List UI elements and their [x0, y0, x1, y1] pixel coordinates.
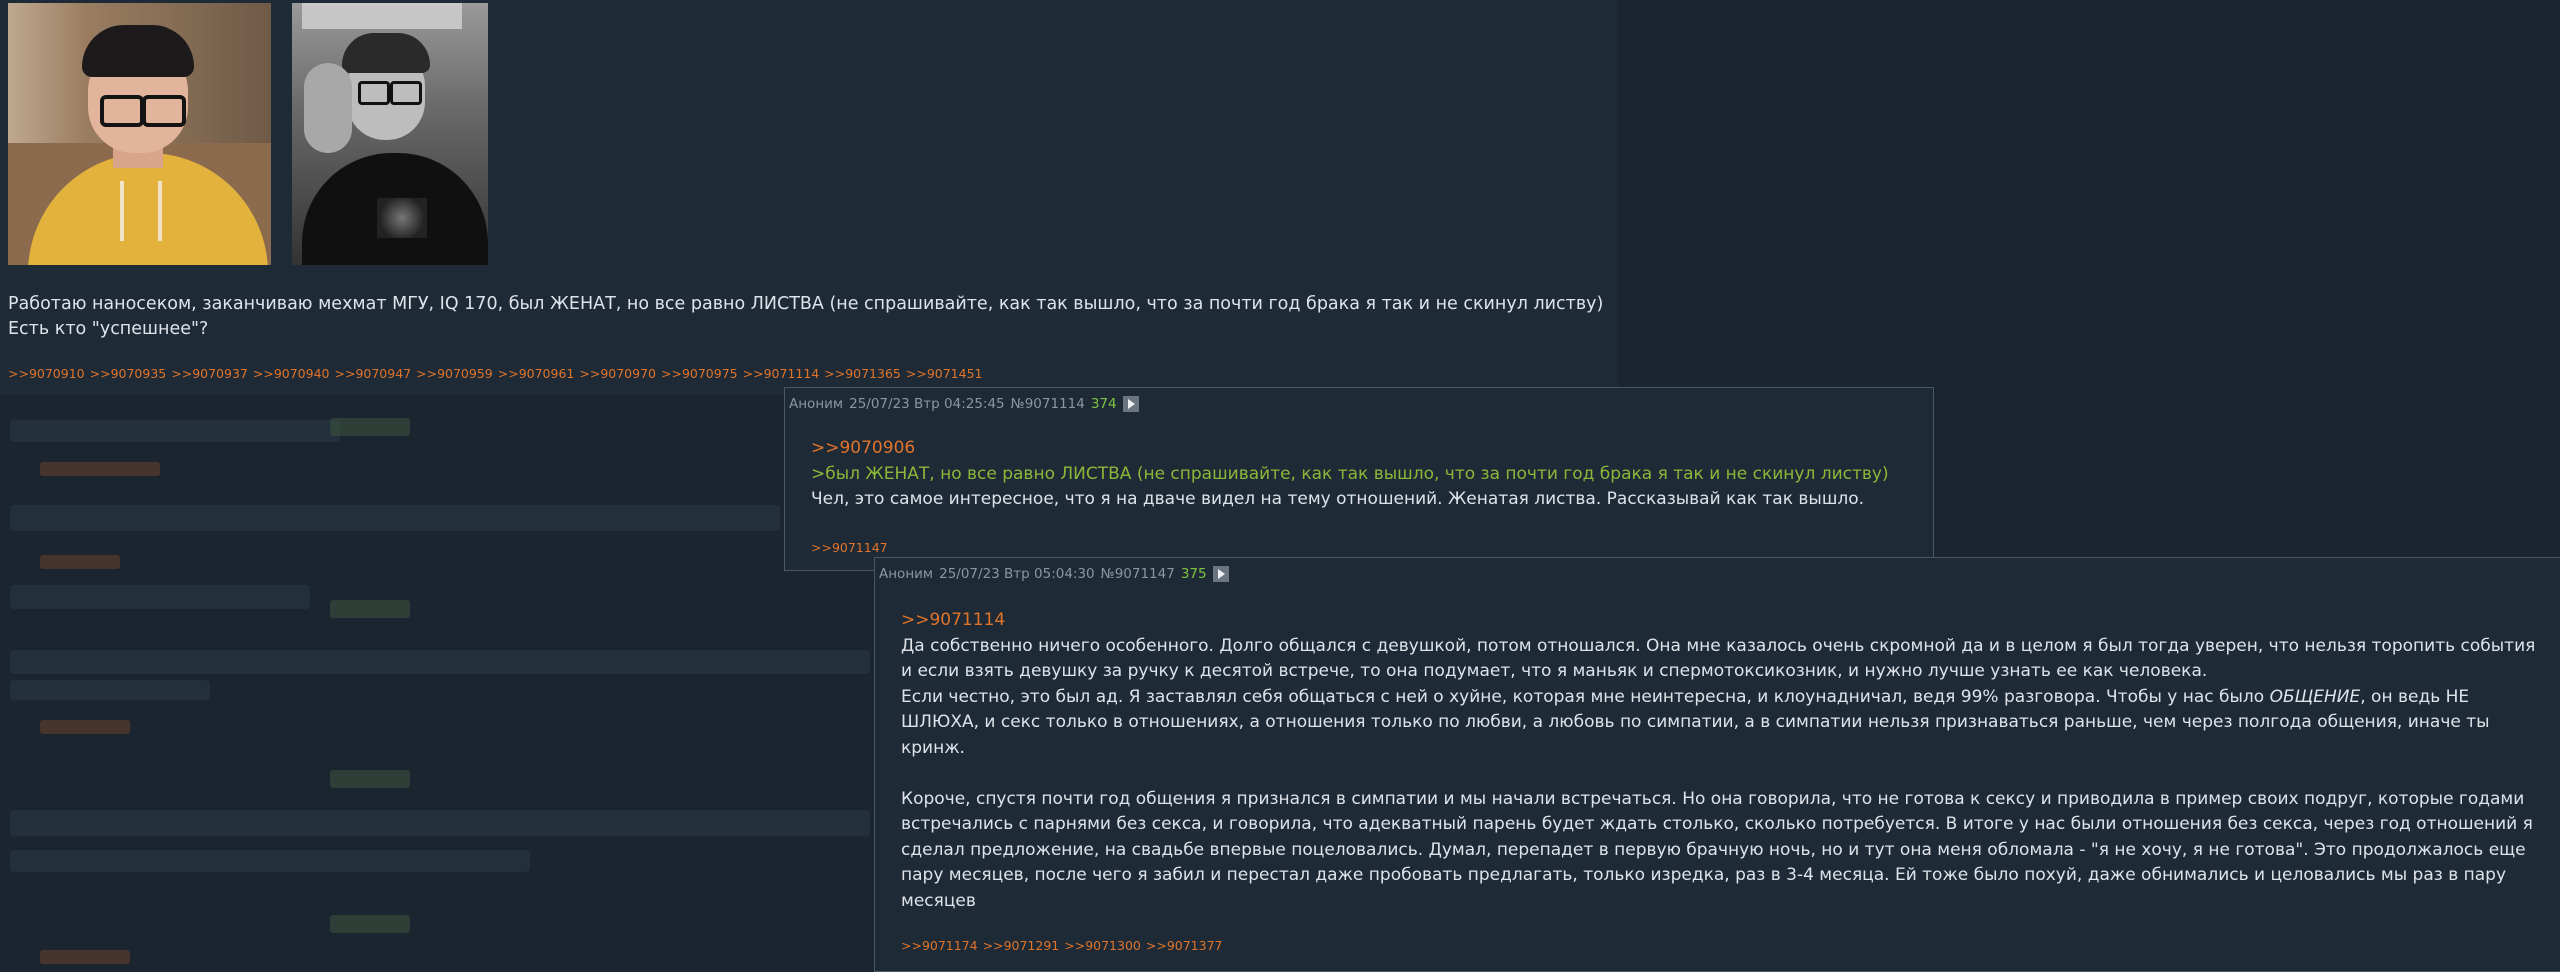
post-paragraph-1: Да собственно ничего особенного. Долго о… — [901, 635, 2536, 682]
reply-link[interactable]: >>9071291 — [983, 938, 1060, 953]
post-image-2[interactable] — [292, 3, 488, 265]
op-post: Работаю наносеком, заканчиваю мехмат МГУ… — [0, 0, 1618, 395]
play-icon[interactable] — [1212, 566, 1229, 582]
reply-link[interactable]: >>9070970 — [579, 366, 656, 381]
poster-name: Аноним — [789, 396, 844, 412]
reply-link[interactable]: >>9071365 — [824, 366, 901, 381]
reply-link[interactable]: >>9070937 — [171, 366, 248, 381]
reply-link[interactable]: >>9070910 — [8, 366, 85, 381]
reply-link[interactable]: >>9070975 — [661, 366, 738, 381]
reply-link[interactable]: >>9070959 — [416, 366, 493, 381]
post-count: 374 — [1090, 396, 1117, 412]
reply-post-9071114: Аноним 25/07/23 Втр 04:25:45 №9071114 37… — [784, 387, 1934, 571]
reply-link[interactable]: >>9070940 — [253, 366, 330, 381]
reply-link[interactable]: >>9071377 — [1146, 938, 1223, 953]
reply-link[interactable]: >>9071300 — [1064, 938, 1141, 953]
post-paragraph-3: Короче, спустя почти год общения я призн… — [901, 788, 2533, 911]
reply-post-9071147: Аноним 25/07/23 Втр 05:04:30 №9071147 37… — [874, 557, 2560, 972]
post-date: 25/07/23 Втр 04:25:45 — [849, 396, 1005, 412]
reply-link[interactable]: >>9071174 — [901, 938, 978, 953]
post-text: Если честно, это был ад. Я заставлял себ… — [901, 686, 2270, 707]
reply-link[interactable]: >>9070947 — [335, 366, 412, 381]
play-icon[interactable] — [1122, 396, 1139, 412]
post-number[interactable]: №9071147 — [1101, 566, 1175, 582]
post-image-1[interactable] — [8, 3, 271, 265]
post-text: Чел, это самое интересное, что я на двач… — [811, 489, 1865, 509]
post-number[interactable]: №9071114 — [1011, 396, 1085, 412]
post-replies: >>9071174 >>9071291 >>9071300 >>9071377 — [901, 938, 1228, 953]
post-replies: >>9071147 — [811, 540, 893, 555]
reply-link[interactable]: >>9070961 — [498, 366, 575, 381]
post-date: 25/07/23 Втр 05:04:30 — [939, 566, 1095, 582]
reply-link[interactable]: >>9071147 — [811, 540, 888, 555]
post-paragraph-2: Если честно, это был ад. Я заставлял себ… — [901, 685, 2541, 762]
post-header: Аноним 25/07/23 Втр 05:04:30 №9071147 37… — [879, 566, 1229, 582]
post-header: Аноним 25/07/23 Втр 04:25:45 №9071114 37… — [789, 396, 1139, 412]
op-post-text: Работаю наносеком, заканчиваю мехмат МГУ… — [8, 292, 1608, 342]
quote-link[interactable]: >>9071114 — [901, 608, 2541, 634]
post-body: >>9070906 >был ЖЕНАТ, но все равно ЛИСТВ… — [811, 436, 1889, 513]
greentext-quote: >был ЖЕНАТ, но все равно ЛИСТВА (не спра… — [811, 463, 1889, 484]
op-replies: >>9070910 >>9070935 >>9070937 >>9070940 >>90… — [8, 366, 988, 381]
op-text-line-1: Работаю наносеком, заканчиваю мехмат МГУ… — [8, 294, 1604, 314]
reply-link[interactable]: >>9071451 — [906, 366, 983, 381]
post-count: 375 — [1180, 566, 1207, 582]
quote-link[interactable]: >>9070906 — [811, 436, 1889, 462]
reply-link[interactable]: >>9070935 — [90, 366, 167, 381]
reply-link[interactable]: >>9071114 — [743, 366, 820, 381]
post-body: >>9071114 Да собственно ничего особенног… — [901, 608, 2541, 914]
op-text-line-2: Есть кто "успешнее"? — [8, 319, 209, 339]
emphasis-text: ОБЩЕНИЕ — [2269, 686, 2361, 707]
poster-name: Аноним — [879, 566, 934, 582]
